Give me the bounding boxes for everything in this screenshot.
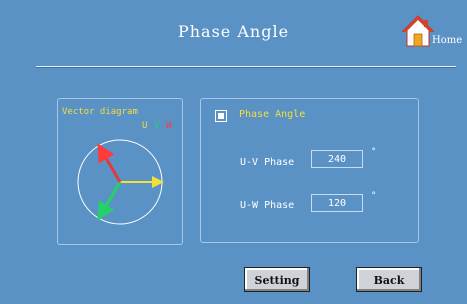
uv-phase-field[interactable]: 240 bbox=[311, 150, 363, 168]
home-label: Home bbox=[432, 35, 463, 46]
header-divider bbox=[36, 66, 456, 68]
phase-angle-checkbox[interactable] bbox=[215, 110, 227, 122]
uw-phase-unit: ° bbox=[371, 191, 377, 201]
uw-phase-label: U-W Phase bbox=[240, 200, 295, 211]
phase-angle-panel: Phase Angle U-V Phase 240 ° U-W Phase 12… bbox=[200, 98, 419, 243]
home-icon bbox=[401, 15, 435, 47]
uv-phase-label: U-V Phase bbox=[240, 157, 295, 168]
vector-v bbox=[97, 181, 122, 221]
phase-angle-label: Phase Angle bbox=[239, 109, 306, 120]
uw-phase-field[interactable]: 120 bbox=[311, 194, 363, 212]
vector-diagram-panel: Vector diagram U V W bbox=[57, 98, 183, 245]
setting-button[interactable]: Setting bbox=[244, 267, 310, 292]
page-title: Phase Angle bbox=[177, 22, 290, 41]
home-button[interactable]: Home bbox=[401, 14, 463, 50]
vector-w bbox=[97, 143, 122, 183]
back-button[interactable]: Back bbox=[356, 267, 422, 292]
vector-diagram-canvas bbox=[77, 139, 164, 225]
uv-phase-unit: ° bbox=[371, 147, 377, 157]
